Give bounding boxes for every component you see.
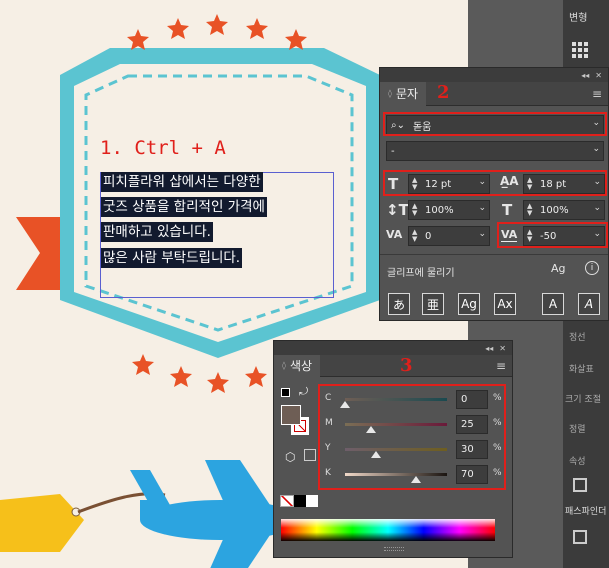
kerning-icon: VA <box>386 228 403 241</box>
annotation-number-3: 3 <box>400 355 413 376</box>
tab-arrows-icon: ◊ <box>388 89 392 98</box>
glyph-button-a-italic[interactable]: A <box>578 293 600 315</box>
none-white-black-swatches[interactable] <box>280 495 318 507</box>
glyph-button-ag[interactable]: Ag <box>458 293 480 315</box>
stepper-icon[interactable]: ▲ ▼ <box>412 203 417 217</box>
dock-item-scale[interactable]: 크기 조절 <box>565 392 601 405</box>
annotation-box-size <box>383 170 607 196</box>
chevron-down-icon: ⌄ <box>478 229 486 239</box>
dock-item-align[interactable]: 정렬 <box>569 422 586 435</box>
star <box>167 18 189 39</box>
chevron-down-icon: ⌄ <box>592 144 600 154</box>
glyph-button-kanji[interactable]: 亜 <box>422 293 444 315</box>
star <box>246 18 268 39</box>
text-line: 피치플라워 샵에서는 다양한 <box>101 172 263 192</box>
panel-collapse-bar[interactable]: ◂◂ ✕ <box>274 341 512 355</box>
resize-grip-icon[interactable] <box>384 547 404 551</box>
glyph-button-a-outline[interactable]: A <box>542 293 564 315</box>
default-colors-icon[interactable] <box>281 388 290 397</box>
transform-panel-title[interactable]: 변형 <box>569 9 587 24</box>
out-of-gamut-icon[interactable]: ⬡ <box>285 450 295 464</box>
stepper-icon[interactable]: ▲ ▼ <box>412 229 417 243</box>
text-line: 많은 사람 부탁드립니다. <box>101 248 243 268</box>
panel-collapse-bar[interactable]: ◂◂ ✕ <box>380 68 608 82</box>
dock-item-properties[interactable]: 속성 <box>569 454 586 467</box>
panel-menu-icon[interactable]: ≡ <box>496 359 506 373</box>
annotation-box-tracking <box>497 222 608 248</box>
dock-item-arrow[interactable]: 화살표 <box>569 362 594 375</box>
kerning-input[interactable]: ▲ ▼ 0 ⌄ <box>408 226 490 246</box>
stepper-icon[interactable]: ▲ ▼ <box>527 203 532 217</box>
tab-character-label: 문자 <box>395 87 419 101</box>
star <box>206 14 228 35</box>
reference-point-icon[interactable] <box>572 42 588 58</box>
dock-item-pathfinder[interactable]: 패스파인더 <box>565 504 606 517</box>
divider <box>380 254 608 255</box>
vertical-scale-input[interactable]: ▲ ▼ 100% ⌄ <box>408 200 490 220</box>
vertical-scale-icon: ↕T <box>386 201 409 219</box>
annotation-box-font <box>383 112 607 136</box>
star <box>132 354 154 375</box>
tab-color[interactable]: ◊ 색상 <box>274 354 321 377</box>
step1-label: 1. Ctrl + A <box>100 137 226 159</box>
horizontal-scale-value: 100% <box>540 204 569 216</box>
chevron-down-icon: ⌄ <box>478 203 486 213</box>
spectrum-bar[interactable] <box>281 519 495 541</box>
tab-arrows-icon: ◊ <box>282 361 286 370</box>
star <box>127 29 149 50</box>
glyph-button-hiragana[interactable]: あ <box>388 293 410 315</box>
snap-to-glyph-label: 글리프에 물리기 <box>387 268 455 279</box>
star <box>285 29 307 50</box>
annotation-box-cmyk <box>318 384 506 490</box>
tab-color-label: 색상 <box>289 359 313 373</box>
pathfinder-icon-2[interactable] <box>573 530 587 544</box>
text-line: 굿즈 상품을 합리적인 가격에 <box>101 197 267 217</box>
pathfinder-icon[interactable] <box>573 478 587 492</box>
font-style-dropdown[interactable]: - ⌄ <box>386 141 604 161</box>
star <box>170 366 192 387</box>
horizontal-scale-input[interactable]: ▲ ▼ 100% ⌄ <box>523 200 605 220</box>
star <box>245 366 267 387</box>
tab-character[interactable]: ◊ 문자 <box>380 81 427 106</box>
glyph-snap-icon[interactable]: Ag <box>551 262 566 275</box>
web-safe-swatch[interactable] <box>304 449 316 461</box>
text-line: 판매하고 있습니다. <box>101 222 213 242</box>
vertical-scale-value: 100% <box>425 204 454 216</box>
dock-item-stroke[interactable]: 정선 <box>569 330 586 343</box>
chevron-down-icon: ⌄ <box>593 203 601 213</box>
star <box>207 372 229 393</box>
panel-menu-icon[interactable]: ≡ <box>592 87 602 101</box>
annotation-number-2: 2 <box>437 82 450 103</box>
glyph-button-ax[interactable]: Ax <box>494 293 516 315</box>
horizontal-scale-icon: T <box>502 201 513 219</box>
swap-colors-icon[interactable]: ⤾ <box>299 385 308 399</box>
stars-top <box>127 14 307 50</box>
font-style-value: - <box>391 145 395 157</box>
price-tag <box>0 494 84 552</box>
kerning-value: 0 <box>425 230 432 242</box>
info-icon[interactable]: i <box>585 261 599 275</box>
stars-bottom <box>132 354 267 393</box>
fill-swatch[interactable] <box>281 405 301 425</box>
